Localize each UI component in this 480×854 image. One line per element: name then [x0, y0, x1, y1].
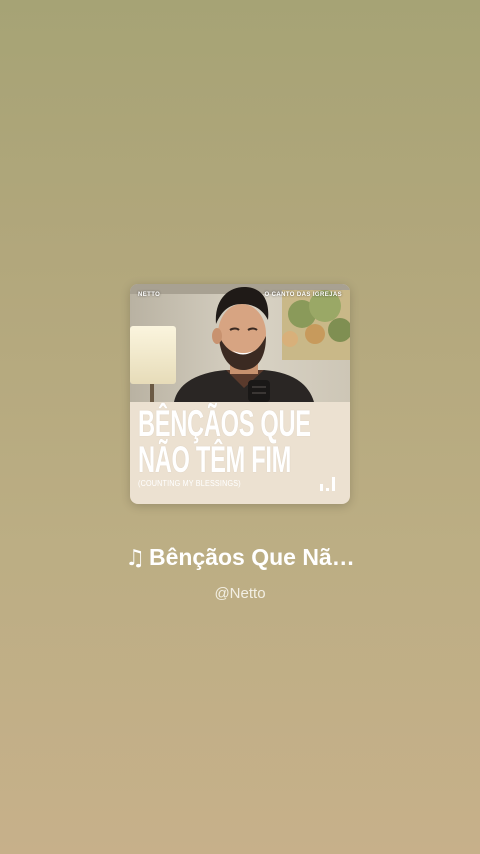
song-title-row[interactable]: ♫ Bênçãos Que Nã…: [0, 540, 480, 576]
cover-title-block: BÊNÇÃOS QUE NÃO TÊM FIM (COUNTING MY BLE…: [138, 403, 344, 488]
artist-photo: [130, 284, 350, 402]
cover-title-line-1: BÊNÇÃOS QUE: [138, 403, 311, 444]
cover-series-label: O CANTO DAS IGREJAS: [264, 292, 342, 298]
song-title: Bênçãos Que Nã…: [148, 544, 355, 570]
artist-handle[interactable]: @Netto: [0, 583, 480, 605]
music-note-icon: ♫: [125, 546, 145, 571]
cover-subtitle: (COUNTING MY BLESSINGS): [138, 479, 241, 488]
cover-title-line-2: NÃO TÊM FIM: [138, 439, 292, 480]
album-cover[interactable]: NETTO O CANTO DAS IGREJAS BÊNÇÃOS QUE NÃ…: [130, 284, 350, 504]
cover-artist-label: NETTO: [138, 292, 161, 298]
bars-logo-icon: [320, 477, 335, 491]
now-playing-screen: NETTO O CANTO DAS IGREJAS BÊNÇÃOS QUE NÃ…: [0, 0, 480, 854]
